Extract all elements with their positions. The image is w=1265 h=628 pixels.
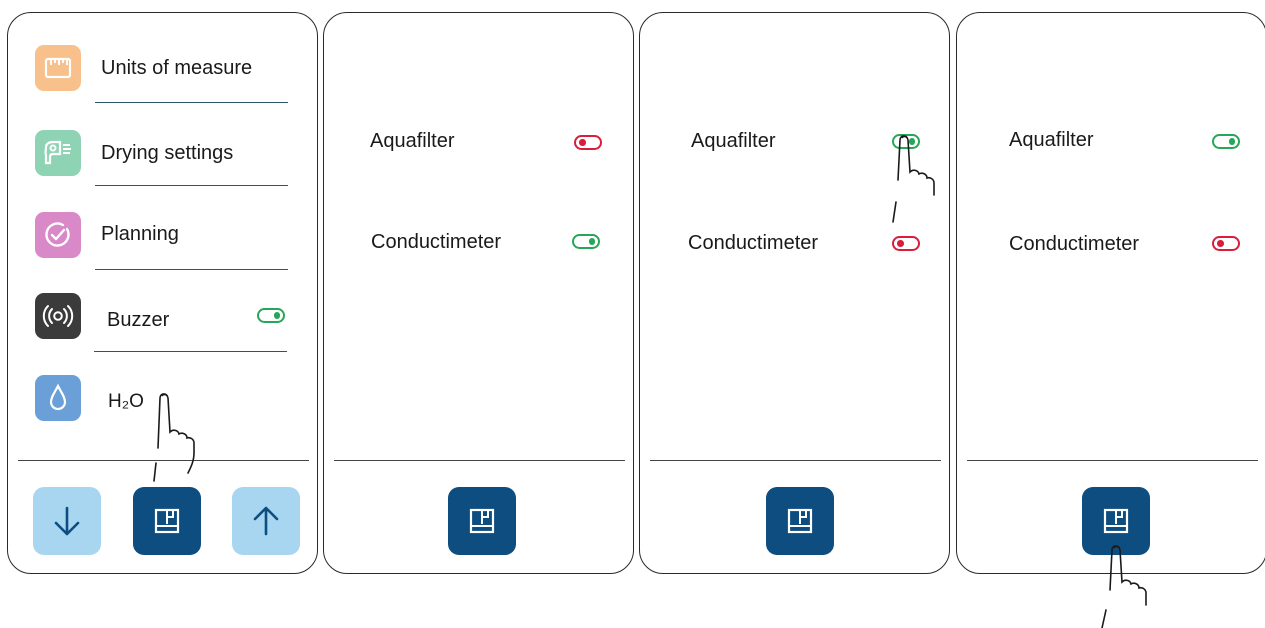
conductimeter-toggle[interactable] — [1212, 236, 1240, 251]
footer-divider — [650, 460, 941, 461]
pointing-hand-icon — [153, 393, 195, 482]
aquafilter-label: Aquafilter — [370, 130, 455, 152]
toggle-knob — [588, 238, 595, 245]
scroll-up-button[interactable] — [232, 487, 300, 555]
water-settings-screen: Aquafilter Conductimeter — [323, 12, 634, 574]
menu-item-label: Planning — [101, 223, 179, 245]
toggle-knob — [579, 139, 586, 146]
menu-divider — [95, 269, 288, 270]
menu-divider — [95, 102, 288, 103]
conductimeter-toggle[interactable] — [892, 236, 920, 251]
clock-check-icon — [35, 212, 81, 258]
confirm-button[interactable] — [448, 487, 516, 555]
arrow-down-icon — [54, 506, 80, 536]
scroll-down-button[interactable] — [33, 487, 101, 555]
ruler-icon — [35, 45, 81, 91]
confirm-button[interactable] — [766, 487, 834, 555]
toggle-knob — [897, 240, 904, 247]
water-settings-screen: Aquafilter Conductimeter — [956, 12, 1265, 574]
menu-item-label: Units of measure — [101, 57, 253, 79]
toggle-knob — [1228, 138, 1235, 145]
menu-item-label: Drying settings — [101, 142, 234, 164]
hair-dryer-icon — [35, 130, 81, 176]
footer-divider — [967, 460, 1258, 461]
confirm-icon — [154, 508, 180, 534]
aquafilter-toggle[interactable] — [574, 135, 602, 150]
aquafilter-label: Aquafilter — [691, 130, 776, 152]
confirm-icon — [787, 508, 813, 534]
arrow-up-icon — [253, 506, 279, 536]
conductimeter-label: Conductimeter — [1009, 233, 1140, 255]
conductimeter-label: Conductimeter — [371, 231, 502, 253]
toggle-knob — [273, 312, 280, 319]
pointing-hand-icon — [892, 135, 935, 223]
footer-divider — [334, 460, 625, 461]
menu-item-label: Buzzer — [107, 309, 170, 331]
confirm-button[interactable] — [133, 487, 201, 555]
menu-item-drying-settings[interactable]: Drying settings — [35, 130, 290, 176]
sound-waves-icon — [35, 293, 81, 339]
menu-item-buzzer[interactable]: Buzzer — [35, 293, 290, 339]
confirm-icon — [469, 508, 495, 534]
water-drop-icon — [35, 375, 81, 421]
aquafilter-toggle[interactable] — [1212, 134, 1240, 149]
water-settings-screen: Aquafilter Conductimeter — [639, 12, 950, 574]
buzzer-toggle[interactable] — [257, 308, 285, 323]
menu-item-label: H₂O — [108, 391, 144, 412]
aquafilter-label: Aquafilter — [1009, 129, 1094, 151]
menu-screen: Units of measure Drying settings Plannin… — [7, 12, 318, 574]
confirm-icon — [1103, 508, 1129, 534]
conductimeter-label: Conductimeter — [688, 232, 819, 254]
menu-divider — [95, 185, 288, 186]
menu-item-units-of-measure[interactable]: Units of measure — [35, 45, 290, 91]
conductimeter-toggle[interactable] — [572, 234, 600, 249]
menu-item-planning[interactable]: Planning — [35, 212, 290, 258]
pointing-hand-icon — [1101, 545, 1147, 628]
toggle-knob — [1217, 240, 1224, 247]
menu-divider — [94, 351, 287, 352]
